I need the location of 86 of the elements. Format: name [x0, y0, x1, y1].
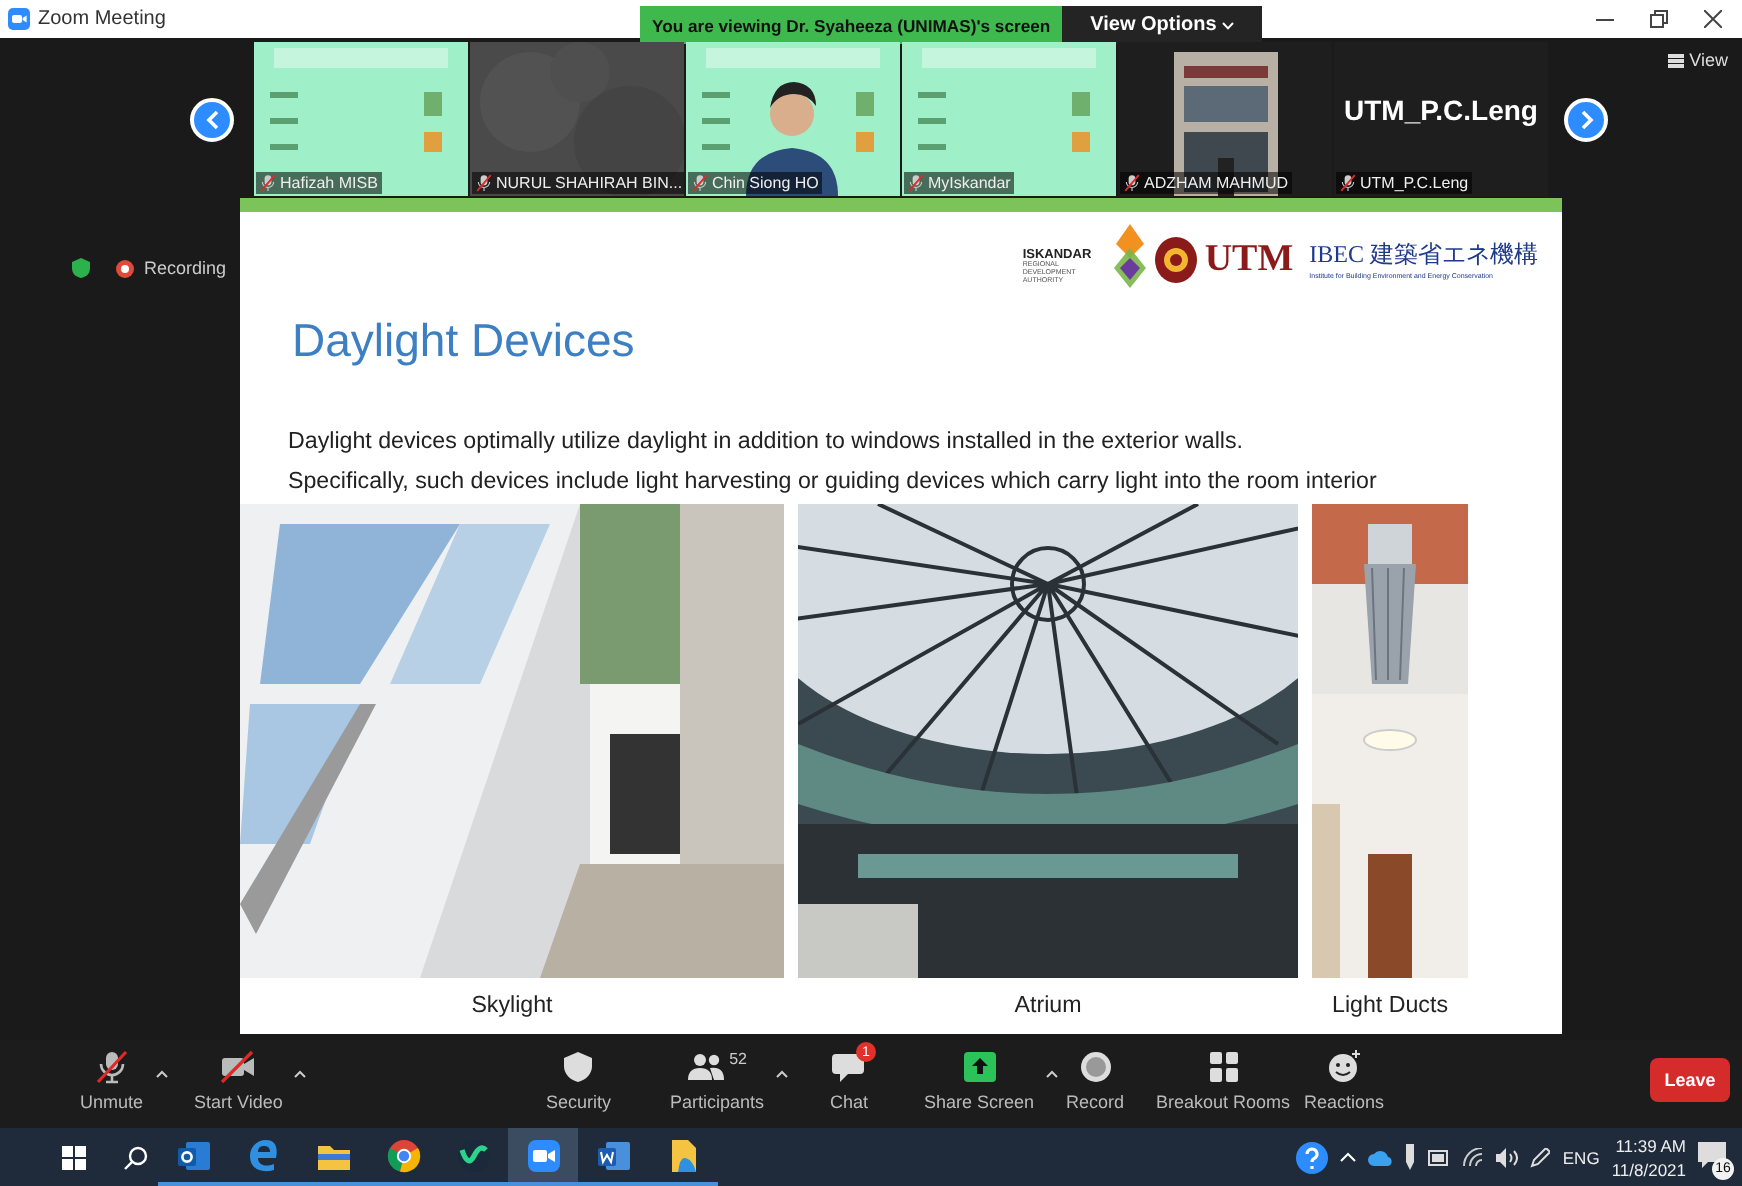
muted-mic-icon: [692, 174, 708, 192]
diamond-logo-icon: [1110, 224, 1151, 292]
pen-icon[interactable]: [1530, 1147, 1551, 1167]
document-app-icon[interactable]: [595, 1137, 631, 1173]
breakout-button[interactable]: Breakout Rooms: [1156, 1050, 1291, 1112]
wifi-icon[interactable]: [1462, 1147, 1485, 1167]
caret-icon: [1046, 1070, 1059, 1078]
usb-drive-icon[interactable]: [1404, 1144, 1417, 1170]
cloud-icon[interactable]: [1368, 1149, 1393, 1165]
grid-icon: [1667, 53, 1684, 67]
battery-icon[interactable]: [1428, 1149, 1451, 1165]
muted-mic-icon: [260, 174, 276, 192]
caret-icon: [294, 1070, 307, 1078]
video-tile[interactable]: Hafizah MISB: [254, 42, 468, 196]
windows-start-icon[interactable]: [62, 1145, 86, 1169]
shield-icon: [72, 258, 90, 278]
slide-title: Daylight Devices: [292, 314, 635, 368]
circle-browser-icon[interactable]: [385, 1137, 421, 1173]
mail-app-icon[interactable]: [175, 1137, 211, 1173]
participant-label: Chin Siong HO: [688, 172, 823, 194]
video-tile[interactable]: NURUL SHAHIRAH BIN...: [470, 42, 684, 196]
muted-mic-icon: [93, 1050, 130, 1084]
reactions-button[interactable]: Reactions: [1304, 1050, 1385, 1112]
figure-caption: Skylight: [471, 992, 553, 1018]
browser-e-icon[interactable]: [245, 1137, 281, 1173]
logo-text: IBEC 建築省エネ機構: [1309, 238, 1538, 272]
figure-caption: Atrium: [1014, 992, 1082, 1018]
language-indicator[interactable]: ENG: [1562, 1147, 1600, 1167]
record-button[interactable]: Record: [1066, 1050, 1125, 1112]
chat-icon: [831, 1050, 867, 1084]
video-tile[interactable]: Chin Siong HO: [686, 42, 900, 196]
slide-text: Specifically, such devices include light harvesting or guiding devices which carry light into the room interior: [288, 466, 1377, 498]
leave-button[interactable]: Leave: [1650, 1058, 1730, 1102]
view-options-button[interactable]: View Options: [1062, 6, 1263, 44]
muted-mic-icon: [1124, 174, 1140, 192]
muted-mic-icon: [476, 174, 492, 192]
previous-page-button[interactable]: [190, 97, 234, 141]
restore-icon[interactable]: [1650, 10, 1668, 28]
close-icon[interactable]: [1704, 10, 1722, 28]
crest-icon: [1154, 236, 1199, 284]
participant-label: ADZHAM MAHMUD: [1120, 172, 1292, 194]
participant-label: NURUL SHAHIRAH BIN...: [472, 172, 684, 194]
shield-icon: [560, 1050, 597, 1084]
chevron-left-icon: [205, 109, 219, 129]
people-icon: [687, 1050, 724, 1084]
participant-label: MyIskandar: [904, 172, 1015, 194]
ring-app-icon[interactable]: [455, 1137, 491, 1173]
speaker-icon[interactable]: [1496, 1147, 1519, 1167]
smiley-icon: [1326, 1050, 1363, 1084]
participants-button[interactable]: 52 Participants: [670, 1050, 765, 1112]
caret-icon: [155, 1070, 168, 1078]
video-tile[interactable]: UTM_P.C.Leng UTM_P.C.Leng: [1334, 42, 1548, 196]
search-icon[interactable]: [124, 1145, 148, 1169]
figure-caption: Light Ducts: [1332, 992, 1448, 1018]
chevron-right-icon: [1579, 109, 1593, 129]
chevron-up-icon[interactable]: [1340, 1152, 1357, 1162]
video-button[interactable]: Start Video: [194, 1050, 283, 1112]
participant-count: 52: [729, 1050, 747, 1068]
share-screen-icon: [961, 1050, 998, 1084]
mic-button[interactable]: Unmute: [80, 1050, 144, 1112]
view-button[interactable]: View: [1667, 50, 1728, 70]
participant-name: UTM_P.C.Leng: [1342, 94, 1540, 126]
share-button[interactable]: Share Screen: [924, 1050, 1035, 1112]
screen-share-banner: You are viewing Dr. Syaheeza (UNIMAS)'s screen: [640, 6, 1063, 44]
next-page-button[interactable]: [1564, 97, 1608, 141]
muted-mic-icon: [908, 174, 924, 192]
logo-text: UTM: [1204, 238, 1294, 282]
clock-date[interactable]: 11/8/2021: [1611, 1157, 1686, 1181]
video-app-icon[interactable]: [525, 1137, 561, 1173]
clock-time[interactable]: 11:39 AM: [1615, 1133, 1686, 1157]
recording-label: Recording: [144, 258, 227, 278]
chevron-down-icon: [1222, 21, 1235, 29]
video-tile[interactable]: MyIskandar: [902, 42, 1116, 196]
caret-icon: [776, 1070, 789, 1078]
participant-label: Hafizah MISB: [256, 172, 382, 194]
security-button[interactable]: Security: [546, 1050, 612, 1112]
muted-mic-icon: [1340, 174, 1356, 192]
help-icon[interactable]: [1296, 1141, 1329, 1173]
record-icon: [1077, 1050, 1113, 1084]
zoom-logo-icon: [8, 8, 30, 30]
slide-text: Daylight devices optimally utilize daylight in addition to windows installed in the exterior walls.: [288, 426, 1246, 458]
window-title: Zoom Meeting: [38, 8, 166, 30]
grid-icon: [1205, 1050, 1242, 1084]
participant-label: UTM_P.C.Leng: [1336, 172, 1473, 194]
video-off-icon: [220, 1050, 257, 1084]
recording-icon: [116, 259, 134, 277]
